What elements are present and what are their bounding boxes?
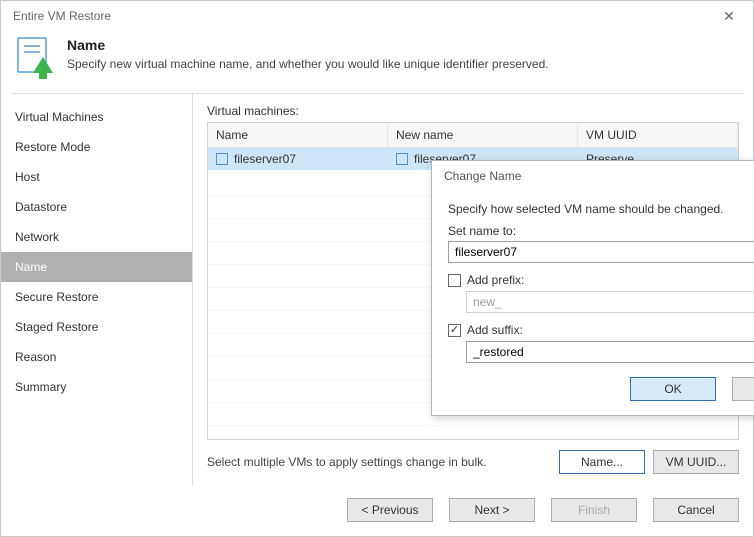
add-prefix-label: Add prefix: <box>467 273 524 287</box>
grid-label: Virtual machines: <box>207 104 739 118</box>
next-button[interactable]: Next > <box>449 498 535 522</box>
sidebar-item-staged-restore[interactable]: Staged Restore <box>1 312 192 342</box>
sidebar-item-datastore[interactable]: Datastore <box>1 192 192 222</box>
bulk-hint: Select multiple VMs to apply settings ch… <box>207 455 559 469</box>
page-subtitle: Specify new virtual machine name, and wh… <box>67 57 549 71</box>
vm-icon <box>216 153 228 165</box>
sidebar-item-virtual-machines[interactable]: Virtual Machines <box>1 102 192 132</box>
previous-button[interactable]: < Previous <box>347 498 433 522</box>
window-title: Entire VM Restore <box>13 9 713 23</box>
content-area: Virtual machines: Name New name VM UUID … <box>193 94 753 486</box>
sidebar-item-host[interactable]: Host <box>1 162 192 192</box>
wizard-footer: < Previous Next > Finish Cancel <box>1 486 753 536</box>
add-suffix-row[interactable]: Add suffix: <box>448 323 754 337</box>
below-grid: Select multiple VMs to apply settings ch… <box>207 450 739 474</box>
col-uuid[interactable]: VM UUID <box>578 123 738 147</box>
add-prefix-checkbox[interactable] <box>448 274 461 287</box>
restore-vm-icon <box>17 37 53 81</box>
sidebar-item-summary[interactable]: Summary <box>1 372 192 402</box>
header-text: Name Specify new virtual machine name, a… <box>67 37 549 71</box>
dialog-desc: Specify how selected VM name should be c… <box>448 202 754 216</box>
finish-button: Finish <box>551 498 637 522</box>
prefix-input <box>466 291 754 313</box>
dialog-ok-button[interactable]: OK <box>630 377 716 401</box>
grid-header: Name New name VM UUID <box>208 123 738 148</box>
cancel-button[interactable]: Cancel <box>653 498 739 522</box>
sidebar-item-name[interactable]: Name <box>1 252 192 282</box>
sidebar-item-secure-restore[interactable]: Secure Restore <box>1 282 192 312</box>
close-icon[interactable]: ✕ <box>713 8 745 25</box>
sidebar-item-restore-mode[interactable]: Restore Mode <box>1 132 192 162</box>
sidebar-item-network[interactable]: Network <box>1 222 192 252</box>
col-name[interactable]: Name <box>208 123 388 147</box>
add-suffix-label: Add suffix: <box>467 323 523 337</box>
wizard-sidebar: Virtual Machines Restore Mode Host Datas… <box>1 94 193 486</box>
dialog-title: Change Name <box>444 169 754 183</box>
set-name-label: Set name to: <box>448 224 754 238</box>
set-name-input[interactable] <box>448 241 754 263</box>
dialog-cancel-button[interactable]: Cancel <box>732 377 754 401</box>
titlebar: Entire VM Restore ✕ <box>1 1 753 31</box>
add-suffix-checkbox[interactable] <box>448 324 461 337</box>
cell-name: fileserver07 <box>234 152 296 166</box>
vm-uuid-button[interactable]: VM UUID... <box>653 450 739 474</box>
name-button[interactable]: Name... <box>559 450 645 474</box>
page-title: Name <box>67 37 549 53</box>
dialog-titlebar: Change Name ✕ <box>432 161 754 190</box>
add-prefix-row[interactable]: Add prefix: <box>448 273 754 287</box>
vm-icon <box>396 153 408 165</box>
header: Name Specify new virtual machine name, a… <box>1 31 753 93</box>
col-new-name[interactable]: New name <box>388 123 578 147</box>
window-root: Entire VM Restore ✕ Name Specify new vir… <box>0 0 754 537</box>
sidebar-item-reason[interactable]: Reason <box>1 342 192 372</box>
change-name-dialog: Change Name ✕ Specify how selected VM na… <box>431 160 754 416</box>
suffix-input[interactable] <box>466 341 754 363</box>
